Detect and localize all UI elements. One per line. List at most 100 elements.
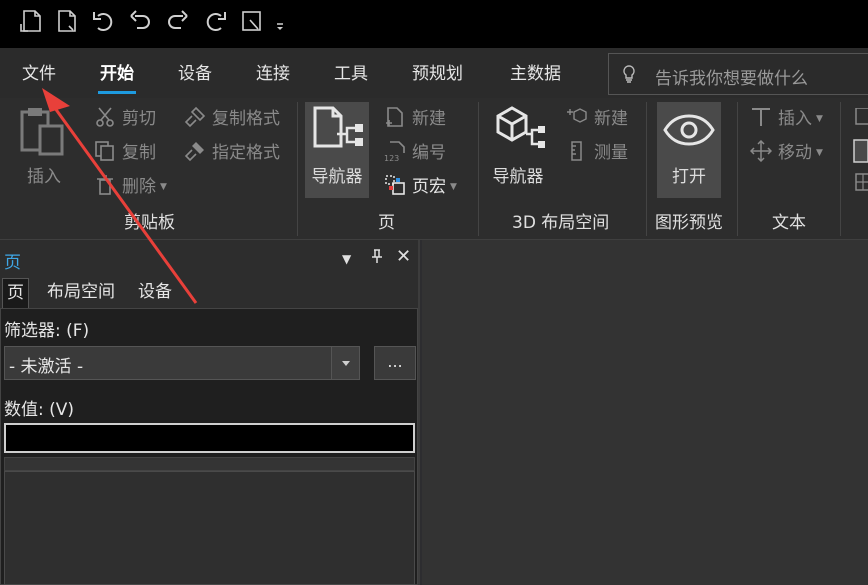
page-navigator-label: 导航器 (311, 167, 363, 187)
page-new-button[interactable]: 新建 (384, 106, 446, 132)
copy-icon (95, 141, 114, 161)
text-insert-label: 插入 (778, 109, 812, 129)
panel-tab-page[interactable]: 页 (2, 278, 29, 308)
copy-format-button[interactable]: 复制格式 (184, 106, 280, 132)
measure-button[interactable]: 测量 (566, 140, 628, 166)
customize-dropdown-icon[interactable] (274, 8, 286, 34)
copy-label: 复制 (122, 143, 156, 163)
layout3d-new-label: 新建 (594, 109, 628, 129)
svg-text:123: 123 (384, 154, 399, 162)
tab-connect[interactable]: 连接 (256, 62, 290, 88)
page-navigator-button[interactable]: 导航器 (305, 102, 369, 198)
delete-dropdown-icon: ▼ (160, 182, 167, 192)
filter-more-button[interactable]: ... (374, 346, 416, 380)
delete-button[interactable]: 删除 ▼ (94, 174, 167, 200)
page-group-label: 页 (378, 213, 395, 233)
move-arrows-icon (750, 140, 772, 162)
text-move-dropdown-icon: ▼ (816, 148, 823, 158)
scissors-icon (96, 107, 114, 127)
tab-home[interactable]: 开始 (98, 62, 136, 94)
page-macro-dropdown-icon: ▼ (450, 182, 457, 192)
new-document-icon[interactable] (55, 8, 79, 34)
preview-open-button[interactable]: 打开 (657, 102, 721, 198)
tab-file[interactable]: 文件 (22, 62, 56, 88)
chevron-down-icon[interactable] (331, 347, 359, 379)
layout3d-navigator-label: 导航器 (492, 167, 544, 187)
page-tree-list[interactable] (4, 471, 415, 585)
page-number-label: 编号 (412, 143, 446, 163)
redo-icon[interactable] (166, 8, 190, 34)
new-3d-icon (567, 108, 587, 123)
cut-label: 剪切 (122, 109, 156, 129)
eye-icon (663, 114, 715, 146)
tab-pre-planning[interactable]: 预规划 (412, 62, 463, 88)
text-move-button[interactable]: 移动 ▼ (750, 140, 823, 166)
quick-access-toolbar (0, 0, 868, 48)
filter-value: - 未激活 - (9, 357, 84, 377)
workspace-area (422, 240, 868, 585)
undo-all-icon[interactable] (92, 8, 116, 34)
layout3d-group-label: 3D 布局空间 (512, 213, 610, 233)
page-navigator-icon (313, 106, 363, 148)
selection-frame-icon[interactable] (240, 8, 264, 34)
panel-tab-layout-space[interactable]: 布局空间 (43, 278, 119, 308)
layout3d-new-button[interactable]: 新建 (566, 106, 628, 132)
tab-tools[interactable]: 工具 (334, 62, 368, 88)
cube-navigator-icon (496, 106, 545, 148)
lightbulb-icon (623, 65, 635, 83)
apply-format-button[interactable]: 指定格式 (184, 140, 280, 166)
new-page-icon[interactable] (20, 8, 44, 34)
panel-tab-device[interactable]: 设备 (134, 278, 176, 308)
ruler-icon (571, 141, 582, 161)
insert-label: 插入 (27, 167, 61, 187)
apply-format-label: 指定格式 (212, 143, 280, 163)
search-box[interactable]: 告诉我你想要做什么 (608, 53, 868, 95)
ribbon: 插入 剪切 复制 删除 ▼ 复制格式 指定格式 剪贴板 导航器 新建 123 编号 … (0, 98, 868, 240)
pin-icon[interactable] (370, 248, 384, 268)
group-divider (297, 102, 298, 236)
new-page-icon (386, 107, 403, 127)
page-number-button[interactable]: 123 编号 (384, 140, 446, 166)
undo-icon[interactable] (128, 8, 152, 34)
text-insert-button[interactable]: 插入 ▼ (750, 106, 823, 132)
text-insert-dropdown-icon: ▼ (816, 114, 823, 124)
layout3d-navigator-button[interactable]: 导航器 (486, 102, 550, 198)
filter-select[interactable]: - 未激活 - (4, 346, 360, 380)
copy-button[interactable]: 复制 (94, 140, 156, 166)
page-macro-label: 页宏 (412, 177, 446, 197)
delete-label: 删除 (122, 177, 156, 197)
copy-format-label: 复制格式 (212, 109, 280, 129)
text-move-label: 移动 (778, 143, 812, 163)
delete-icon (97, 175, 113, 195)
numbering-icon: 123 (384, 141, 405, 162)
tab-master-data[interactable]: 主数据 (510, 62, 561, 88)
text-group-label: 文本 (772, 213, 806, 233)
text-t-icon (752, 108, 770, 126)
measure-label: 测量 (594, 143, 628, 163)
search-placeholder: 告诉我你想要做什么 (655, 69, 808, 89)
panel-title: 页 (4, 253, 21, 273)
value-input[interactable] (4, 423, 415, 453)
insert-button[interactable]: 插入 (14, 102, 74, 187)
tree-header-strip (4, 457, 415, 471)
panel-menu-dropdown-icon[interactable]: ▼ (342, 252, 351, 266)
close-icon[interactable]: ✕ (396, 246, 411, 267)
pages-panel: 页 ▼ ✕ 页 布局空间 设备 筛选器: (F) - 未激活 - ... 数值:… (0, 240, 420, 585)
cut-button[interactable]: 剪切 (94, 106, 156, 132)
preview-open-label: 打开 (672, 167, 706, 187)
preview-group-label: 图形预览 (655, 213, 723, 233)
apply-format-icon (184, 142, 204, 162)
group-divider (478, 102, 479, 236)
filter-label: 筛选器: (F) (4, 321, 90, 341)
clipboard-paste-icon (20, 108, 64, 156)
page-macro-button[interactable]: 页宏 ▼ (384, 174, 457, 200)
group-divider (737, 102, 738, 236)
tab-device[interactable]: 设备 (178, 62, 212, 88)
group-divider (646, 102, 647, 236)
page-new-label: 新建 (412, 109, 446, 129)
format-painter-icon (184, 106, 206, 128)
value-label: 数值: (V) (4, 400, 75, 420)
page-macro-icon (385, 175, 405, 195)
redo-all-icon[interactable] (203, 8, 227, 34)
overflow-tools-icon[interactable] (852, 108, 868, 198)
